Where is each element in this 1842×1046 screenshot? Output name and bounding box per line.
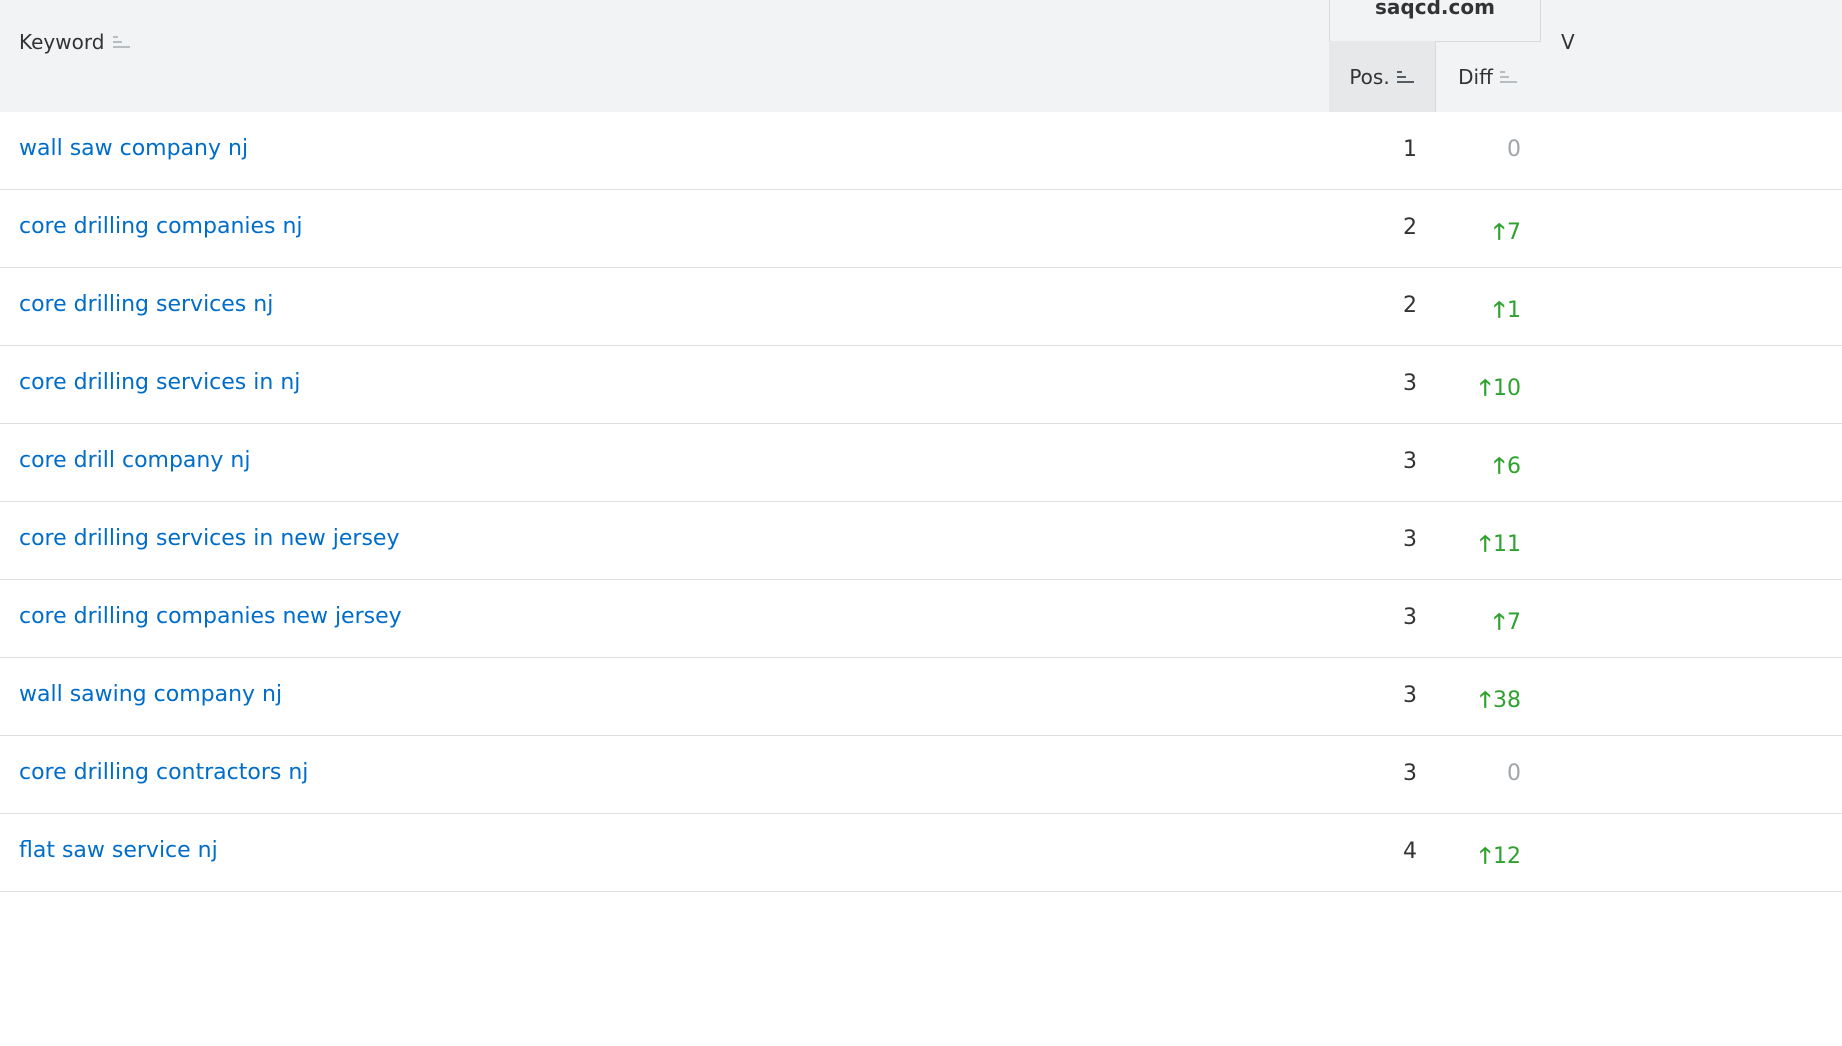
diff-number: 1 <box>1507 298 1521 323</box>
diff-number: 0 <box>1507 761 1521 786</box>
diff-number: 6 <box>1507 454 1521 479</box>
keyword-link[interactable]: core drilling services nj <box>19 292 273 317</box>
diff-number: 38 <box>1493 688 1521 713</box>
diff-value: 🡑6 <box>1436 449 1521 487</box>
position-value: 4 <box>1403 839 1417 864</box>
table-row: core drilling services nj 2 🡑1 <box>0 268 1842 346</box>
diff-number: 7 <box>1507 220 1521 245</box>
diff-column-header[interactable]: Diff <box>1436 41 1540 112</box>
keyword-link[interactable]: wall sawing company nj <box>19 682 282 707</box>
diff-number: 7 <box>1507 610 1521 635</box>
position-value: 3 <box>1403 605 1417 630</box>
diff-header-label: Diff <box>1458 64 1493 89</box>
position-value: 2 <box>1403 293 1417 318</box>
table-row: core drilling services in nj 3 🡑10 <box>0 346 1842 424</box>
diff-number: 10 <box>1493 376 1521 401</box>
keyword-link[interactable]: core drilling contractors nj <box>19 760 308 785</box>
sort-icon[interactable] <box>1499 69 1518 85</box>
domain-label: saqcd.com <box>1375 0 1495 19</box>
arrow-up-icon: 🡑 <box>1479 688 1491 713</box>
table-row: core drilling contractors nj 3 0 <box>0 736 1842 814</box>
diff-value: 🡑12 <box>1436 839 1521 877</box>
diff-number: 0 <box>1507 137 1521 162</box>
position-value: 3 <box>1403 761 1417 786</box>
arrow-up-icon: 🡑 <box>1493 220 1505 245</box>
position-header-label: Pos. <box>1349 64 1390 89</box>
position-value: 3 <box>1403 371 1417 396</box>
arrow-up-icon: 🡑 <box>1479 376 1491 401</box>
keyword-link[interactable]: core drill company nj <box>19 448 250 473</box>
table-row: core drilling companies nj 2 🡑7 <box>0 190 1842 268</box>
keyword-link[interactable]: core drilling services in new jersey <box>19 526 400 551</box>
diff-number: 12 <box>1493 844 1521 869</box>
position-column-header[interactable]: Pos. <box>1329 41 1436 112</box>
table-row: core drill company nj 3 🡑6 <box>0 424 1842 502</box>
arrow-up-icon: 🡑 <box>1479 532 1491 557</box>
arrow-up-icon: 🡑 <box>1479 844 1491 869</box>
keyword-link[interactable]: core drilling companies nj <box>19 214 303 239</box>
diff-value: 🡑7 <box>1436 215 1521 253</box>
diff-value: 🡑11 <box>1436 527 1521 565</box>
keyword-link[interactable]: flat saw service nj <box>19 838 218 863</box>
table-row: flat saw service nj 4 🡑12 <box>0 814 1842 892</box>
keyword-link[interactable]: wall saw company nj <box>19 136 248 161</box>
position-value: 3 <box>1403 449 1417 474</box>
position-value: 1 <box>1403 137 1417 162</box>
domain-column-group: saqcd.com <box>1329 0 1541 42</box>
position-value: 3 <box>1403 683 1417 708</box>
arrow-up-icon: 🡑 <box>1493 454 1505 479</box>
table-row: wall sawing company nj 3 🡑38 <box>0 658 1842 736</box>
keyword-link[interactable]: core drilling companies new jersey <box>19 604 402 629</box>
position-value: 2 <box>1403 215 1417 240</box>
keyword-column-header[interactable]: Keyword <box>19 30 131 54</box>
position-value: 3 <box>1403 527 1417 552</box>
table-row: wall saw company nj 1 0 <box>0 112 1842 190</box>
diff-value: 🡑1 <box>1436 293 1521 331</box>
keyword-link[interactable]: core drilling services in nj <box>19 370 300 395</box>
diff-value: 0 <box>1436 137 1521 162</box>
table-row: core drilling companies new jersey 3 🡑7 <box>0 580 1842 658</box>
sort-active-icon[interactable] <box>1396 69 1415 85</box>
diff-number: 11 <box>1493 532 1521 557</box>
arrow-up-icon: 🡑 <box>1493 298 1505 323</box>
keyword-header-label: Keyword <box>19 30 105 54</box>
sort-icon[interactable] <box>113 34 131 50</box>
diff-value: 0 <box>1436 761 1521 786</box>
diff-value: 🡑38 <box>1436 683 1521 721</box>
diff-value: 🡑10 <box>1436 371 1521 409</box>
arrow-up-icon: 🡑 <box>1493 610 1505 635</box>
table-header: Keyword saqcd.com Pos. Diff V <box>0 0 1842 113</box>
diff-value: 🡑7 <box>1436 605 1521 643</box>
clipped-column-header[interactable]: V <box>1561 30 1575 54</box>
keyword-table-body: wall saw company nj 1 0 core drilling co… <box>0 112 1842 892</box>
table-row: core drilling services in new jersey 3 🡑… <box>0 502 1842 580</box>
